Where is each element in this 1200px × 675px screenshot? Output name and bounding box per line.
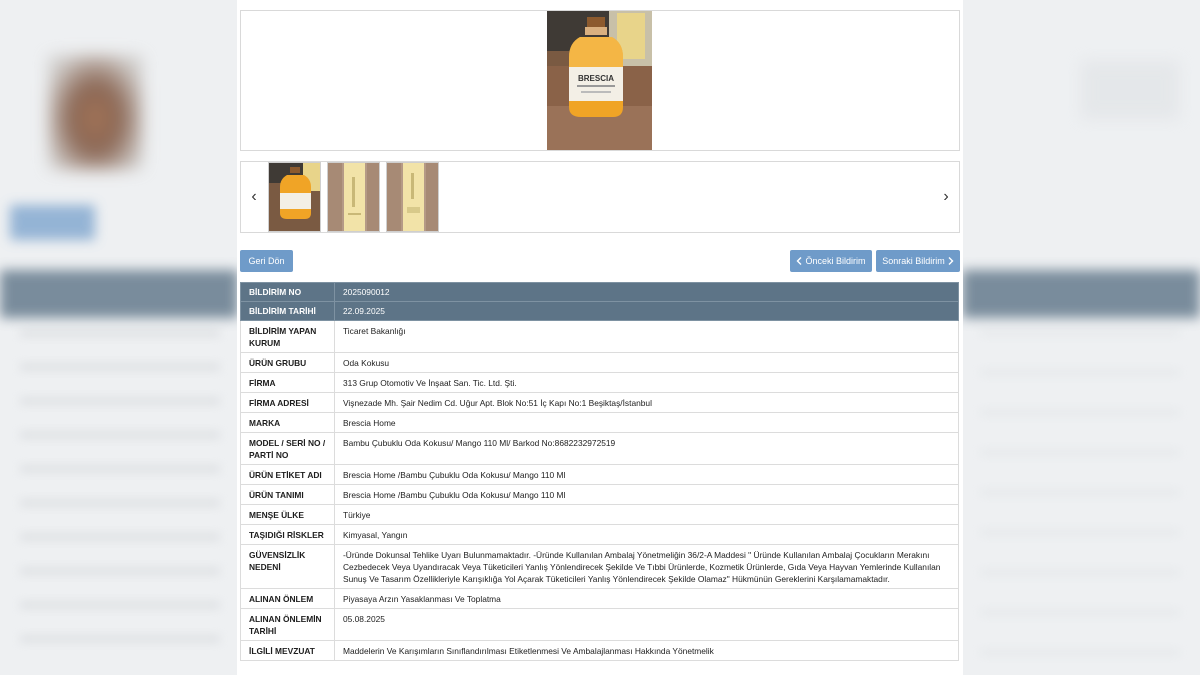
row-value: Brescia Home xyxy=(334,412,959,433)
thumbnail-gallery: ‹ › xyxy=(240,161,960,233)
row-label: ÜRÜN TANIMI xyxy=(240,484,335,505)
background-text-blur-right xyxy=(980,330,1180,660)
table-row: MARKA Brescia Home xyxy=(240,412,959,433)
table-row: MENŞE ÜLKE Türkiye xyxy=(240,504,959,525)
row-label: ALINAN ÖNLEMİN TARİHİ xyxy=(240,608,335,641)
table-row: ÜRÜN TANIMI Brescia Home /Bambu Çubuklu … xyxy=(240,484,959,505)
row-value: 2025090012 xyxy=(334,282,959,302)
row-label: GÜVENSİZLİK NEDENİ xyxy=(240,544,335,589)
table-row: BİLDİRİM NO 2025090012 xyxy=(240,282,959,302)
table-row: ÜRÜN ETİKET ADI Brescia Home /Bambu Çubu… xyxy=(240,464,959,485)
product-label-text: BRESCIA xyxy=(578,74,614,83)
previous-notification-label: Önceki Bildirim xyxy=(805,256,866,266)
row-value: Brescia Home /Bambu Çubuklu Oda Kokusu/ … xyxy=(334,484,959,505)
row-value: Oda Kokusu xyxy=(334,352,959,373)
row-value: -Üründe Dokunsal Tehlike Uyarı Bulunmama… xyxy=(334,544,959,589)
thumbnail-3[interactable] xyxy=(386,162,439,232)
row-value: 313 Grup Otomotiv Ve İnşaat San. Tic. Lt… xyxy=(334,372,959,393)
background-text-blur-left xyxy=(20,330,220,660)
table-row: ALINAN ÖNLEM Piyasaya Arzın Yasaklanması… xyxy=(240,588,959,609)
row-value: Ticaret Bakanlığı xyxy=(334,320,959,353)
gallery-next-arrow-icon[interactable]: › xyxy=(935,162,957,232)
row-value: Maddelerin Ve Karışımların Sınıflandırıl… xyxy=(334,640,959,661)
row-value: Vişnezade Mh. Şair Nedim Cd. Uğur Apt. B… xyxy=(334,392,959,413)
background-product-blur xyxy=(48,55,143,170)
row-label: MARKA xyxy=(240,412,335,433)
background-blur-top-right xyxy=(1080,60,1180,120)
row-label: FİRMA ADRESİ xyxy=(240,392,335,413)
back-button-label: Geri Dön xyxy=(248,256,285,266)
row-label: FİRMA xyxy=(240,372,335,393)
row-value: Kimyasal, Yangın xyxy=(334,524,959,545)
row-label: BİLDİRİM TARİHİ xyxy=(240,301,335,321)
row-label: MODEL / SERİ NO / PARTİ NO xyxy=(240,432,335,465)
row-label: BİLDİRİM YAPAN KURUM xyxy=(240,320,335,353)
table-row: FİRMA ADRESİ Vişnezade Mh. Şair Nedim Cd… xyxy=(240,392,959,413)
next-notification-button[interactable]: Sonraki Bildirim xyxy=(876,250,960,272)
back-button[interactable]: Geri Dön xyxy=(240,250,293,272)
notification-detail-panel: BRESCIA ‹ › Geri Dön Önceki Bildirim Son… xyxy=(237,0,963,675)
table-row: MODEL / SERİ NO / PARTİ NO Bambu Çubuklu… xyxy=(240,432,959,465)
row-value: Piyasaya Arzın Yasaklanması Ve Toplatma xyxy=(334,588,959,609)
chevron-right-icon xyxy=(948,257,954,265)
background-header-blur-left xyxy=(0,270,238,318)
table-row: BİLDİRİM YAPAN KURUM Ticaret Bakanlığı xyxy=(240,320,959,353)
row-label: İLGİLİ MEVZUAT xyxy=(240,640,335,661)
thumbnail-2[interactable] xyxy=(327,162,380,232)
table-row: BİLDİRİM TARİHİ 22.09.2025 xyxy=(240,301,959,321)
table-row: ALINAN ÖNLEMİN TARİHİ 05.08.2025 xyxy=(240,608,959,641)
row-value: 22.09.2025 xyxy=(334,301,959,321)
row-value: Türkiye xyxy=(334,504,959,525)
background-button-blur xyxy=(10,205,95,240)
table-row: FİRMA 313 Grup Otomotiv Ve İnşaat San. T… xyxy=(240,372,959,393)
row-label: MENŞE ÜLKE xyxy=(240,504,335,525)
table-row: TAŞIDIĞI RİSKLER Kimyasal, Yangın xyxy=(240,524,959,545)
row-value: Brescia Home /Bambu Çubuklu Oda Kokusu/ … xyxy=(334,464,959,485)
row-label: ÜRÜN GRUBU xyxy=(240,352,335,373)
row-label: ÜRÜN ETİKET ADI xyxy=(240,464,335,485)
table-row: ÜRÜN GRUBU Oda Kokusu xyxy=(240,352,959,373)
previous-notification-button[interactable]: Önceki Bildirim xyxy=(790,250,872,272)
table-row: İLGİLİ MEVZUAT Maddelerin Ve Karışımları… xyxy=(240,640,959,661)
next-notification-label: Sonraki Bildirim xyxy=(882,256,945,266)
row-value: Bambu Çubuklu Oda Kokusu/ Mango 110 Ml/ … xyxy=(334,432,959,465)
thumbnail-1[interactable] xyxy=(268,162,321,232)
notification-detail-table: BİLDİRİM NO 2025090012 BİLDİRİM TARİHİ 2… xyxy=(240,282,959,661)
product-image-viewer: BRESCIA xyxy=(240,10,960,151)
background-header-blur-right xyxy=(962,270,1200,318)
chevron-left-icon xyxy=(796,257,802,265)
table-row: GÜVENSİZLİK NEDENİ -Üründe Dokunsal Tehl… xyxy=(240,544,959,589)
row-label: TAŞIDIĞI RİSKLER xyxy=(240,524,335,545)
gallery-prev-arrow-icon[interactable]: ‹ xyxy=(243,162,265,232)
row-value: 05.08.2025 xyxy=(334,608,959,641)
row-label: BİLDİRİM NO xyxy=(240,282,335,302)
product-photo[interactable]: BRESCIA xyxy=(547,11,652,150)
row-label: ALINAN ÖNLEM xyxy=(240,588,335,609)
